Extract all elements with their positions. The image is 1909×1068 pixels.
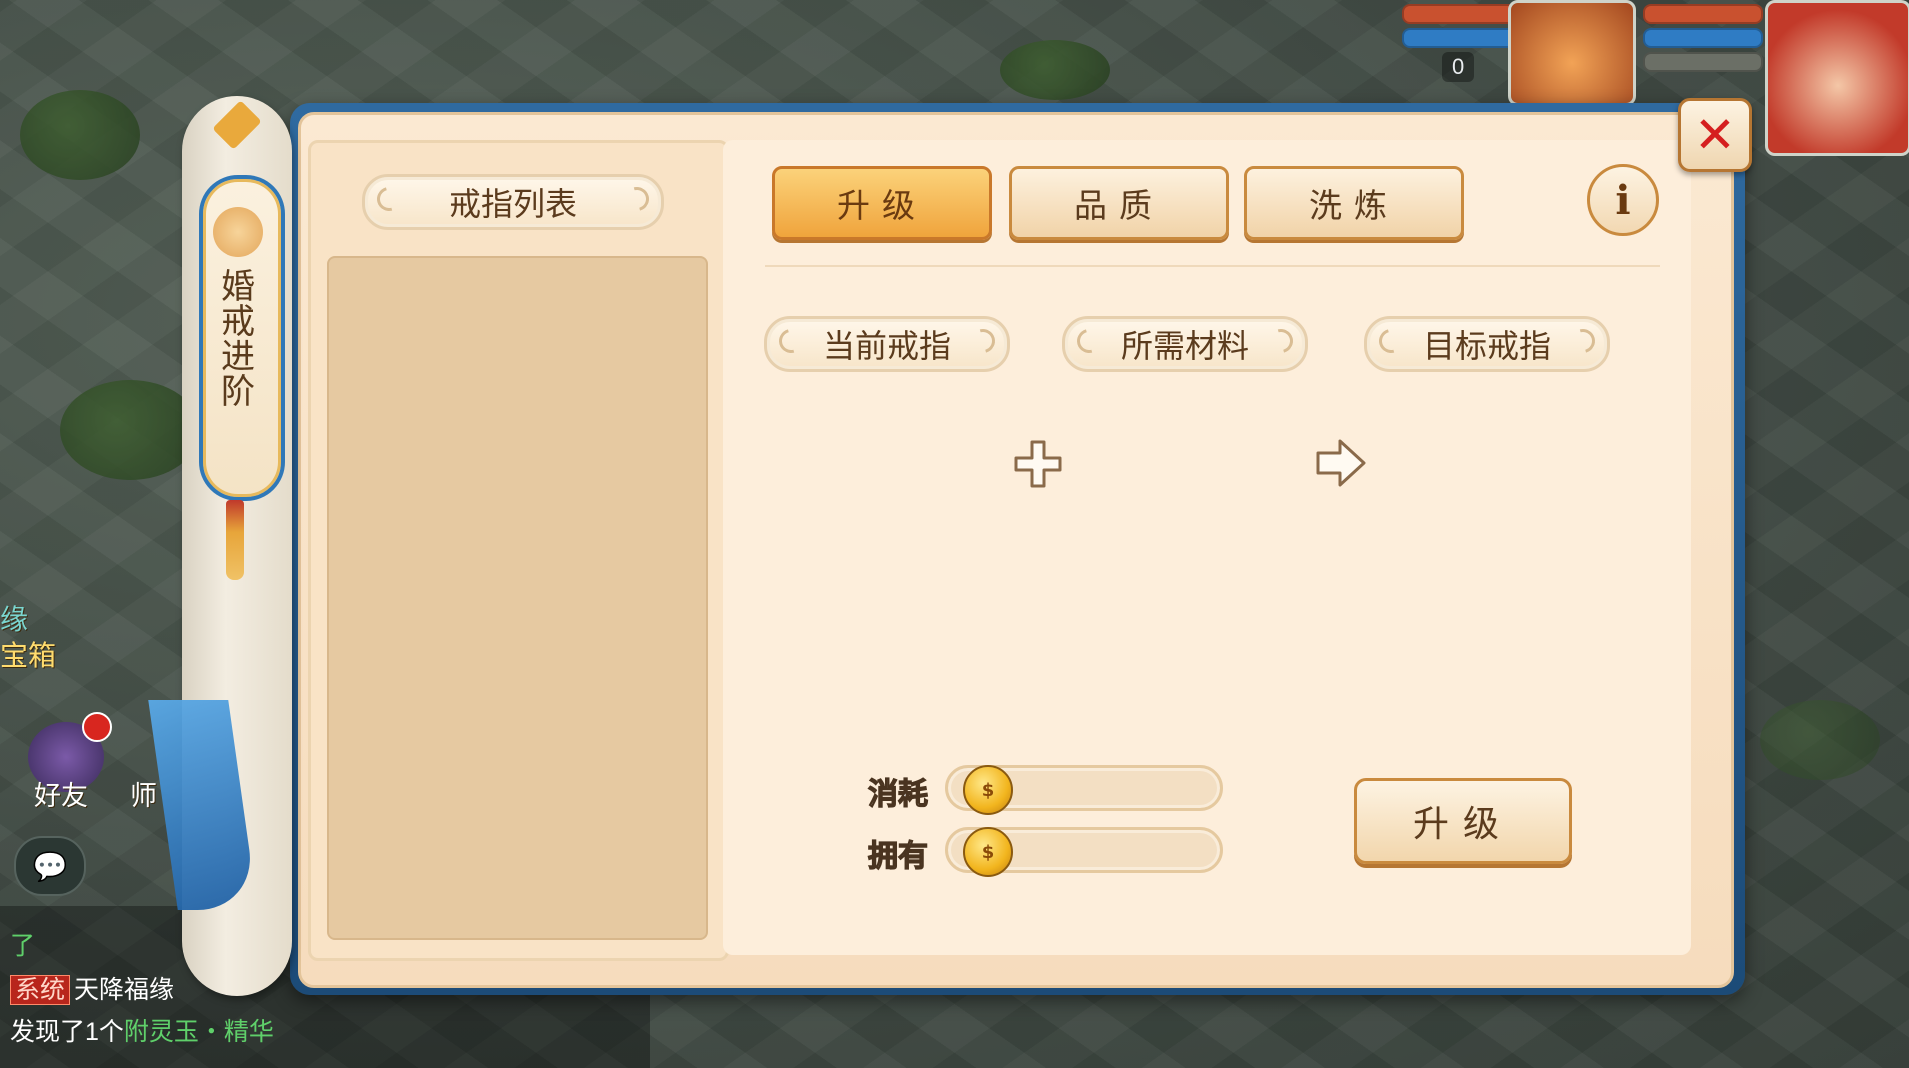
tab-quality[interactable]: 品质 [1009, 166, 1229, 240]
ring-advance-title: 婚戒进阶 [221, 267, 255, 412]
coin-icon: $ [963, 827, 1013, 877]
pet-portrait[interactable] [1508, 0, 1636, 106]
coin-icon: $ [963, 765, 1013, 815]
ring-list-header: 戒指列表 [362, 174, 664, 230]
tab-divider [765, 265, 1660, 267]
current-ring-header: 当前戒指 [764, 316, 1010, 372]
tab-refine[interactable]: 洗炼 [1244, 166, 1464, 240]
target-ring-header: 目标戒指 [1364, 316, 1610, 372]
own-label: 拥有 [867, 838, 928, 874]
materials-header: 所需材料 [1062, 316, 1308, 372]
chat-line-1: 了 [10, 932, 36, 960]
chat-line-2: 系统 天降福缘 [10, 970, 174, 1006]
pet-mp-bar [1402, 28, 1522, 48]
chat-line-3: 发现了1个附灵玉・精华 [10, 1012, 274, 1048]
player-mp-bar [1643, 28, 1763, 48]
tassel-icon [226, 500, 244, 580]
pet-status-bars [1402, 4, 1522, 52]
player-portrait[interactable] [1765, 0, 1909, 156]
player-exp-bar [1643, 52, 1763, 72]
tab-upgrade[interactable]: 升级 [772, 166, 992, 240]
ring-list[interactable] [327, 256, 708, 940]
close-button[interactable]: ✕ [1678, 98, 1752, 172]
consume-label: 消耗 [867, 776, 928, 812]
player-hp-bar [1643, 4, 1763, 24]
pet-counter: 0 [1442, 52, 1475, 82]
friends-label[interactable]: 好友 [34, 774, 88, 813]
system-tag: 系统 [10, 975, 71, 1005]
plus-icon [1014, 440, 1062, 488]
notification-dot [82, 712, 112, 742]
master-label[interactable]: 师 [130, 774, 157, 813]
side-label-treasure[interactable]: 宝箱 [0, 634, 56, 674]
side-label-fate[interactable]: 缘 [0, 598, 28, 638]
upgrade-button[interactable]: 升级 [1354, 778, 1572, 864]
chat-item-link[interactable]: 附灵玉・精华 [124, 1018, 274, 1046]
player-status-bars [1643, 4, 1763, 76]
arrow-right-icon [1316, 439, 1366, 487]
chat-line-3-prefix: 发现了1个 [10, 1018, 124, 1046]
chat-line-2-text: 天降福缘 [74, 976, 175, 1004]
info-button[interactable]: i [1587, 164, 1659, 236]
chat-bubble-icon[interactable]: 💬 [14, 836, 86, 896]
pet-hp-bar [1402, 4, 1522, 24]
cloud-emblem-icon [213, 207, 263, 257]
